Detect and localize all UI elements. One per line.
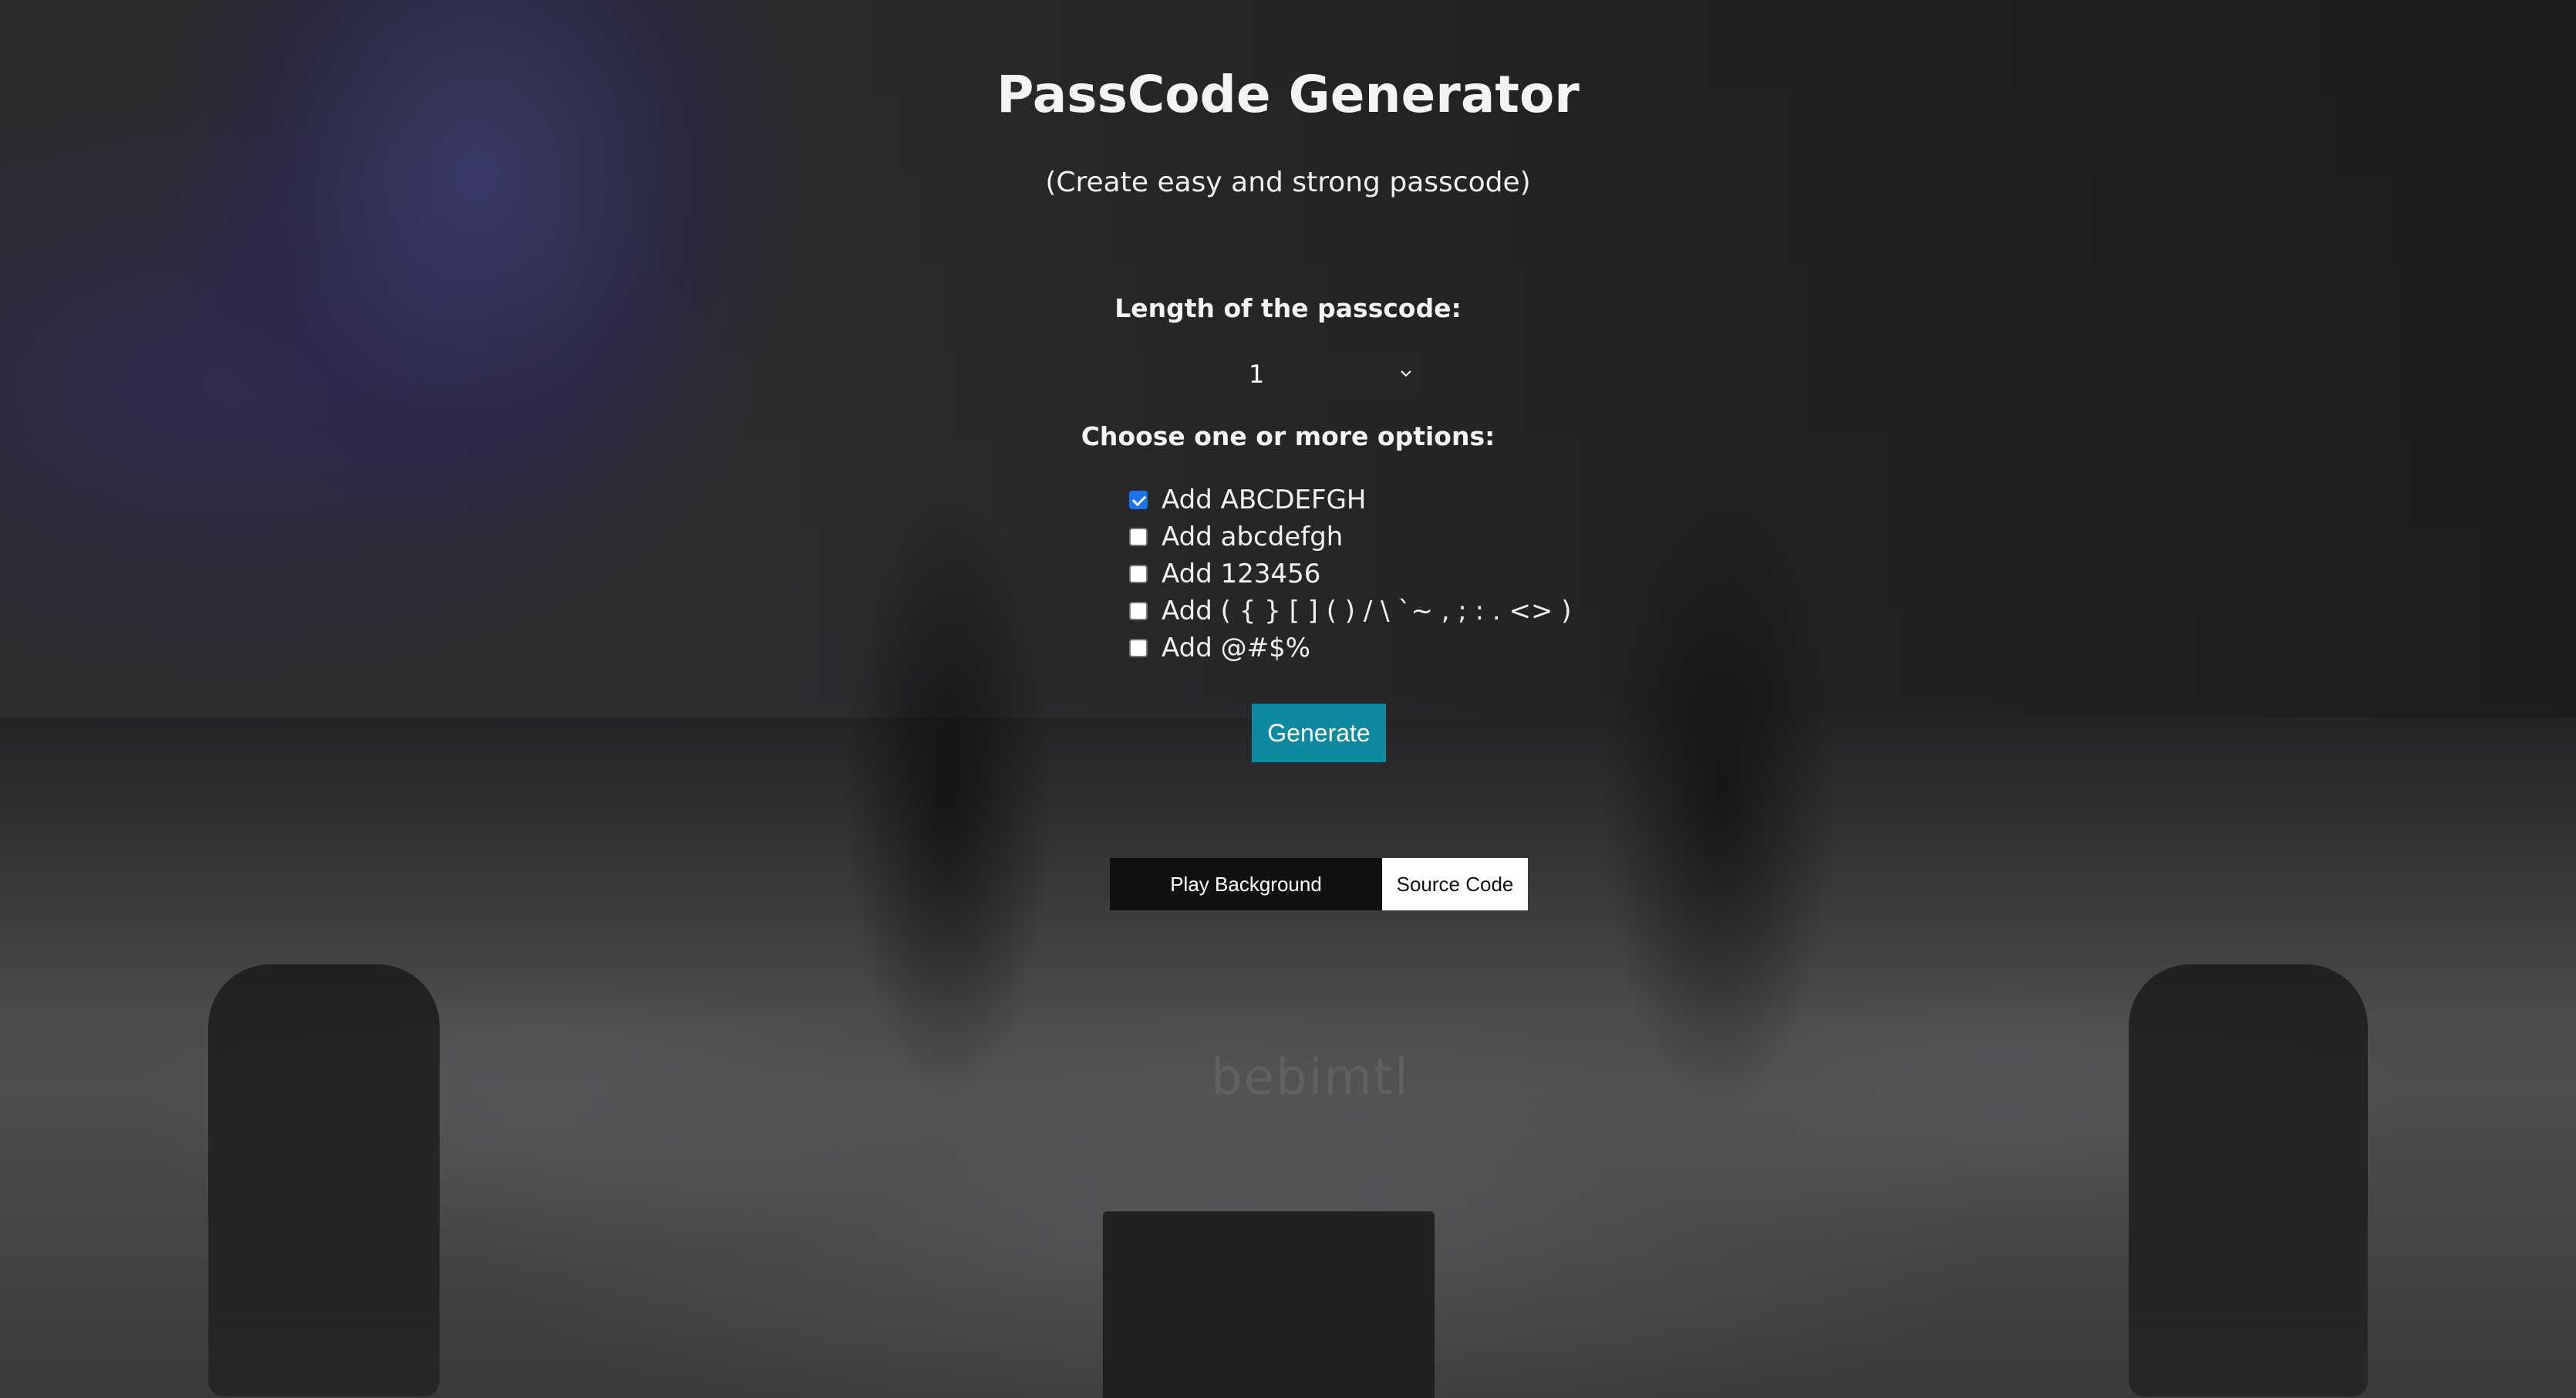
page-subtitle: (Create easy and strong passcode)	[1045, 167, 1531, 198]
symbols-checkbox[interactable]	[1129, 639, 1148, 657]
option-label: Add 123456	[1162, 559, 1321, 589]
option-numbers[interactable]: Add 123456	[1129, 555, 1572, 593]
option-label: Add ( { } [ ] ( ) / \ `~ , ; : . <> )	[1162, 596, 1572, 626]
option-lowercase[interactable]: Add abcdefgh	[1129, 518, 1572, 555]
length-select[interactable]: 1	[1216, 355, 1421, 393]
length-label: Length of the passcode:	[1114, 293, 1462, 323]
performer-right	[1589, 447, 1851, 1142]
uppercase-checkbox[interactable]	[1129, 491, 1148, 509]
page-title: PassCode Generator	[996, 65, 1580, 124]
stage-monitor	[1103, 1211, 1435, 1398]
brackets-checkbox[interactable]	[1129, 602, 1148, 620]
option-uppercase[interactable]: Add ABCDEFGH	[1129, 481, 1572, 518]
option-label: Add @#$%	[1162, 633, 1311, 664]
source-code-button[interactable]: Source Code	[1382, 858, 1528, 910]
stage-light-right	[2129, 964, 2368, 1396]
option-brackets[interactable]: Add ( { } [ ] ( ) / \ `~ , ; : . <> )	[1129, 593, 1572, 630]
video-watermark: bebimtl	[1211, 1049, 1410, 1106]
background-video: bebimtl	[0, 0, 2576, 1398]
play-background-button[interactable]: Play Background	[1110, 858, 1382, 910]
length-select-value: 1	[1249, 360, 1265, 389]
chevron-down-icon	[1401, 370, 1411, 377]
options-label: Choose one or more options:	[1081, 421, 1495, 451]
option-symbols[interactable]: Add @#$%	[1129, 630, 1572, 667]
options-list: Add ABCDEFGH Add abcdefgh Add 123456 Add…	[1129, 481, 1572, 667]
stage-light-left	[208, 964, 440, 1396]
numbers-checkbox[interactable]	[1129, 565, 1148, 583]
option-label: Add abcdefgh	[1162, 522, 1344, 552]
option-label: Add ABCDEFGH	[1162, 485, 1367, 515]
lowercase-checkbox[interactable]	[1129, 528, 1148, 546]
performer-left	[833, 463, 1064, 1126]
generate-button[interactable]: Generate	[1252, 704, 1386, 762]
